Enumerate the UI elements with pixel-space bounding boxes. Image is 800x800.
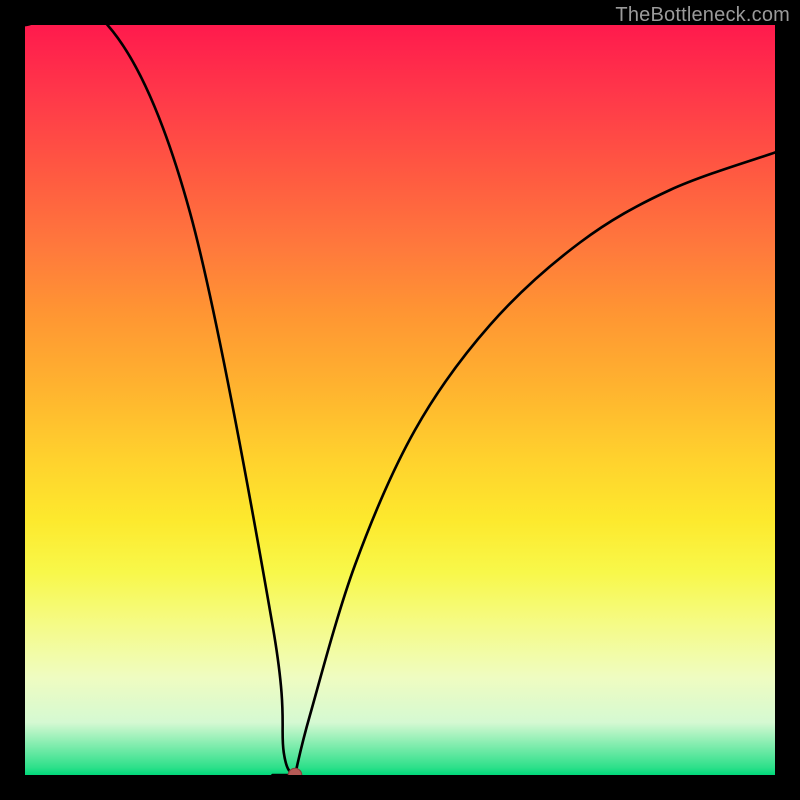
chart-frame: TheBottleneck.com (0, 0, 800, 800)
watermark-text: TheBottleneck.com (615, 4, 790, 27)
curve-left-branch (25, 25, 295, 775)
curve-right-branch (295, 153, 775, 776)
curve-group (25, 25, 775, 775)
chart-svg (25, 25, 775, 775)
minimum-marker (288, 768, 301, 775)
